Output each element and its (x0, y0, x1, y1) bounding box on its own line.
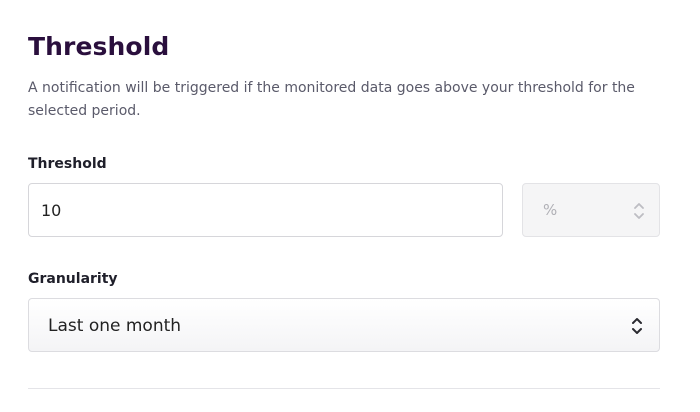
granularity-select[interactable]: Last one month (28, 298, 660, 352)
section-description: A notification will be triggered if the … (28, 80, 635, 119)
unit-select-value: % (543, 201, 558, 219)
unit-select[interactable]: % (522, 183, 660, 237)
threshold-panel: Threshold A notification will be trigger… (28, 0, 660, 412)
threshold-input[interactable] (28, 183, 503, 237)
section-divider (28, 388, 660, 389)
granularity-label: Granularity (28, 271, 118, 287)
granularity-select-value: Last one month (48, 316, 182, 336)
chevron-up-down-icon (632, 318, 642, 334)
chevron-up-down-icon (634, 203, 644, 219)
section-title: Threshold (28, 32, 170, 61)
threshold-label: Threshold (28, 156, 107, 172)
